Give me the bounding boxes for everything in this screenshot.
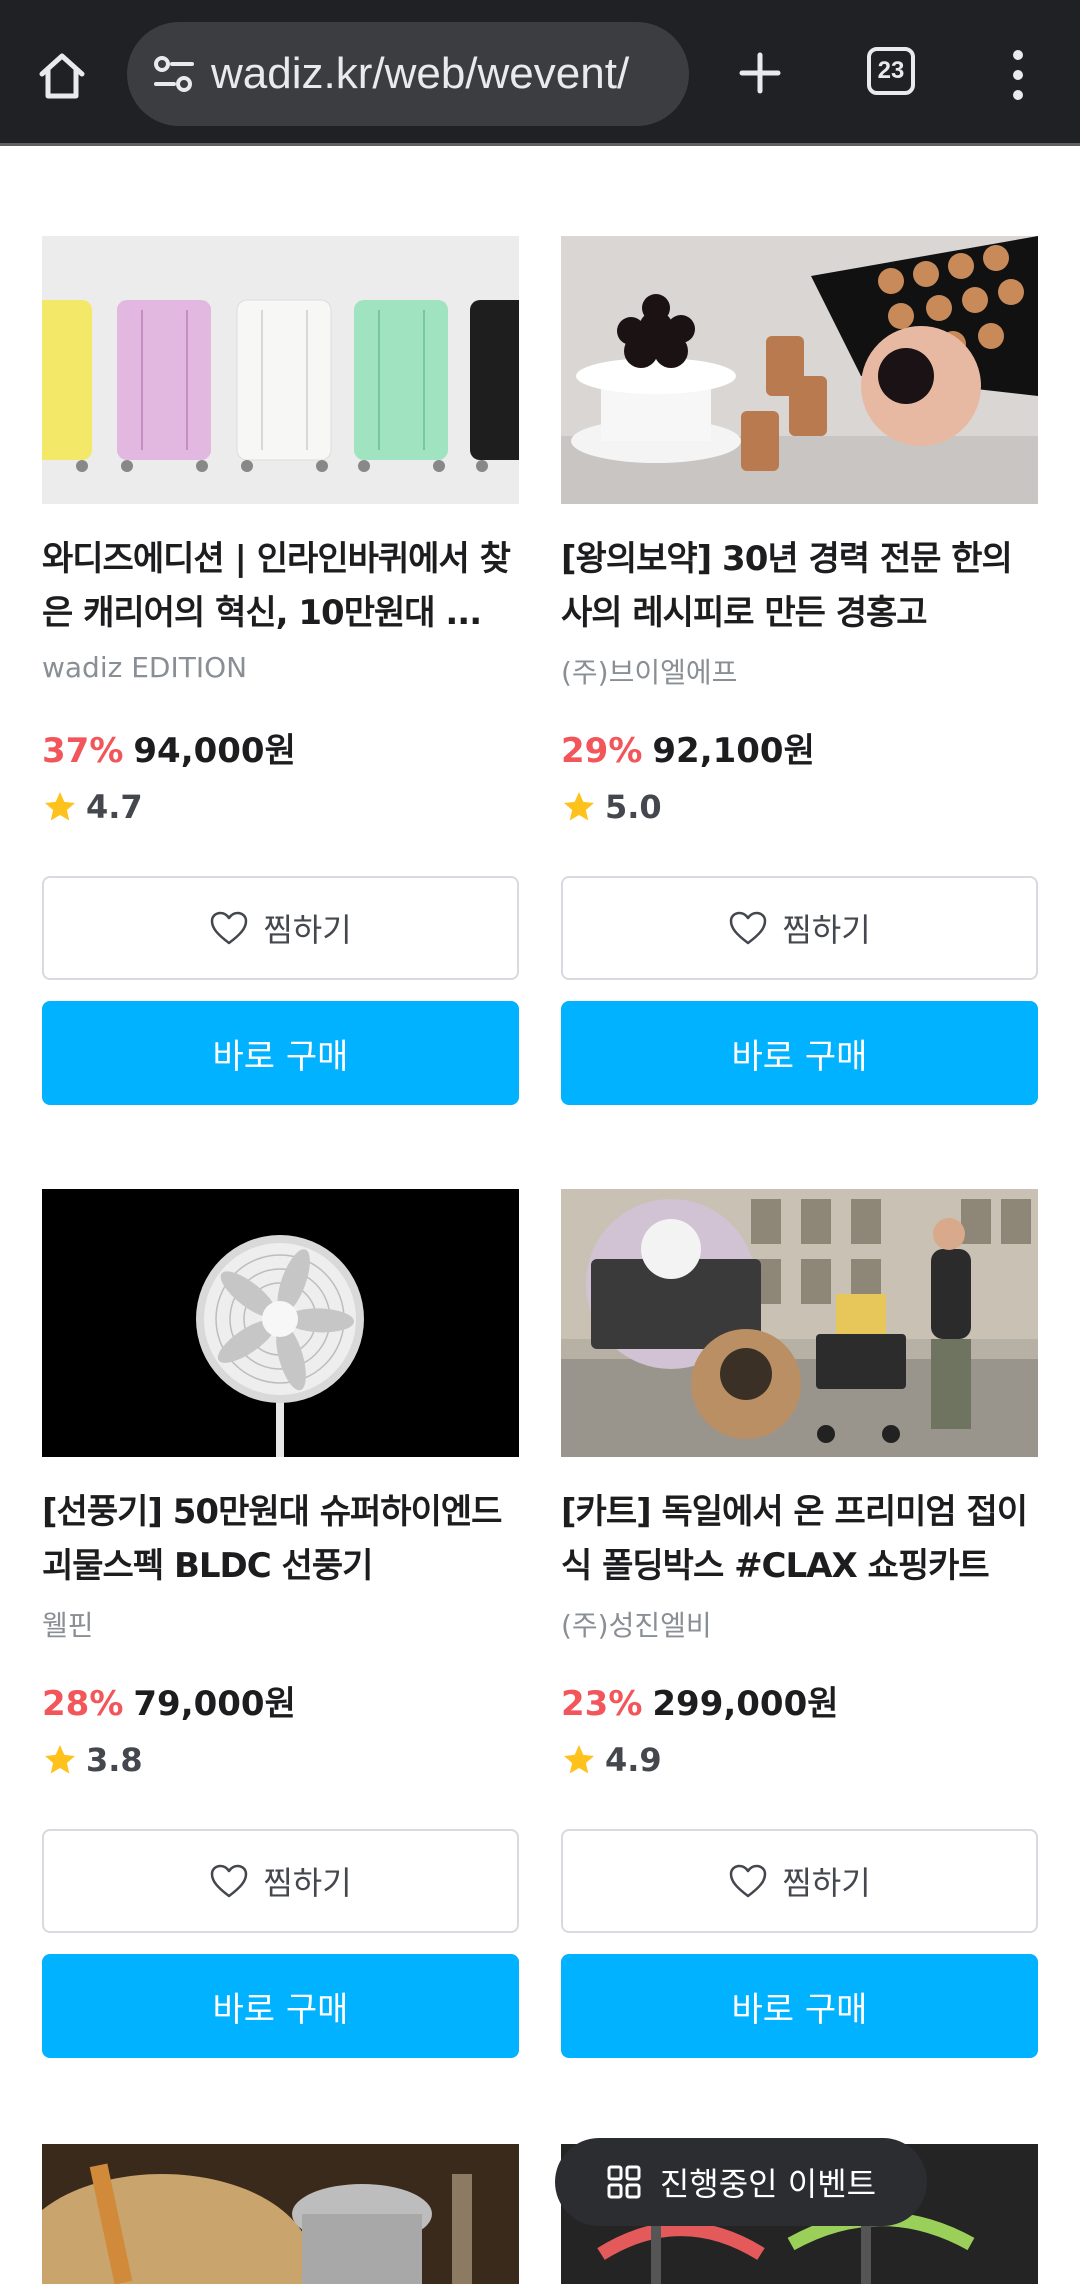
buy-label: 바로 구매	[731, 1989, 868, 2030]
price: 92,100원	[652, 731, 815, 771]
maker-name: (주)성진엘비	[561, 1609, 712, 1642]
wish-button[interactable]: 찜하기	[561, 1829, 1038, 1933]
buy-label: 바로 구매	[731, 1036, 868, 1077]
product-title[interactable]: [선풍기] 50만원대 슈퍼하이엔드 괴물스펙 BLDC 선풍기	[42, 1485, 519, 1593]
price: 94,000원	[133, 731, 296, 771]
rating-value: 3.8	[86, 1741, 143, 1779]
url-text: wadiz.kr/web/wevent/	[211, 49, 630, 98]
rating: 5.0	[561, 788, 662, 826]
price-row: 28% 79,000원	[42, 1676, 296, 1725]
product-title[interactable]: [카트] 독일에서 온 프리미엄 접이식 폴딩박스 #CLAX 쇼핑카트	[561, 1485, 1038, 1593]
heart-icon	[730, 911, 767, 945]
buy-now-button[interactable]: 바로 구매	[42, 1001, 519, 1105]
discount-rate: 23%	[561, 1684, 643, 1724]
rating-value: 5.0	[605, 788, 662, 826]
product-title[interactable]: [왕의보약] 30년 경력 전문 한의사의 레시피로 만든 경홍고	[561, 532, 1038, 640]
wish-button[interactable]: 찜하기	[561, 876, 1038, 980]
discount-rate: 29%	[561, 731, 643, 771]
heart-icon	[211, 1864, 248, 1898]
maker-name: 웰핀	[42, 1609, 94, 1642]
wish-label: 찜하기	[263, 1864, 352, 1902]
heart-icon	[211, 911, 248, 945]
discount-rate: 28%	[42, 1684, 124, 1724]
tune-icon[interactable]	[145, 45, 203, 103]
buy-now-button[interactable]: 바로 구매	[42, 1954, 519, 2058]
price-row: 37% 94,000원	[42, 723, 296, 772]
tab-count: 23	[877, 57, 905, 84]
buy-label: 바로 구매	[212, 1989, 349, 2030]
home-icon[interactable]	[26, 40, 98, 112]
rating: 4.7	[42, 788, 143, 826]
ongoing-events-button[interactable]: 진행중인 이벤트	[555, 2138, 927, 2226]
wish-button[interactable]: 찜하기	[42, 1829, 519, 1933]
wish-label: 찜하기	[263, 911, 352, 949]
tab-switcher-icon[interactable]: 23	[867, 47, 915, 95]
wish-label: 찜하기	[782, 911, 871, 949]
event-label: 진행중인 이벤트	[659, 2165, 877, 2203]
buy-now-button[interactable]: 바로 구매	[561, 1001, 1038, 1105]
rating: 4.9	[561, 1741, 662, 1779]
buy-label: 바로 구매	[212, 1036, 349, 1077]
product-title[interactable]: 와디즈에디션 | 인라인바퀴에서 찾은 캐리어의 혁신, 10만원대 ...	[42, 532, 519, 640]
more-vert-icon[interactable]	[1000, 40, 1036, 110]
discount-rate: 37%	[42, 731, 124, 771]
price-row: 23% 299,000원	[561, 1676, 839, 1725]
buy-now-button[interactable]: 바로 구매	[561, 1954, 1038, 2058]
price-row: 29% 92,100원	[561, 723, 815, 772]
product-image[interactable]	[42, 1189, 519, 1457]
price: 299,000원	[652, 1684, 839, 1724]
grid-icon	[607, 2165, 641, 2199]
wish-button[interactable]: 찜하기	[42, 876, 519, 980]
maker-name: (주)브이엘에프	[561, 656, 738, 689]
price: 79,000원	[133, 1684, 296, 1724]
heart-icon	[730, 1864, 767, 1898]
plus-icon[interactable]	[725, 38, 795, 108]
address-bar[interactable]: wadiz.kr/web/wevent/	[127, 22, 689, 126]
star-icon	[45, 792, 75, 821]
product-image[interactable]	[42, 236, 519, 504]
wish-label: 찜하기	[782, 1864, 871, 1902]
browser-toolbar: wadiz.kr/web/wevent/ 23	[0, 0, 1080, 146]
rating-value: 4.9	[605, 1741, 662, 1779]
rating-value: 4.7	[86, 788, 143, 826]
star-icon	[564, 792, 594, 821]
maker-name: wadiz EDITION	[42, 651, 248, 684]
rating: 3.8	[42, 1741, 143, 1779]
star-icon	[45, 1745, 75, 1774]
product-image[interactable]	[42, 2144, 519, 2284]
star-icon	[564, 1745, 594, 1774]
product-image[interactable]	[561, 1189, 1038, 1457]
product-image[interactable]	[561, 236, 1038, 504]
